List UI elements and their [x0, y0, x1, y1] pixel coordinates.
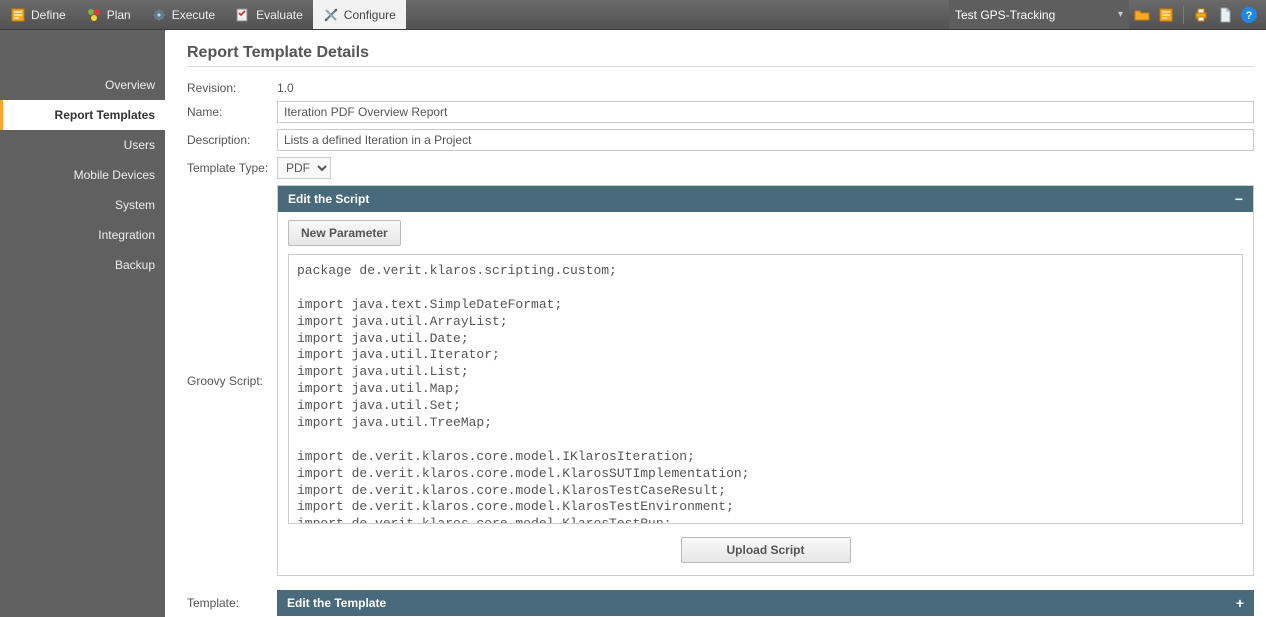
nav-configure-label: Configure [344, 8, 396, 22]
revision-row: Revision: 1.0 [187, 81, 1254, 95]
nav-evaluate[interactable]: Evaluate [225, 0, 313, 29]
sidebar-item-label: Overview [105, 78, 155, 92]
define-icon [10, 7, 26, 23]
template-row: Template: Edit the Template + [187, 590, 1254, 616]
groovy-row: Groovy Script: Edit the Script − New Par… [187, 185, 1254, 576]
template-panel: Edit the Template + [277, 590, 1254, 616]
upload-script-button[interactable]: Upload Script [681, 537, 851, 563]
description-input[interactable] [277, 129, 1254, 151]
nav-plan[interactable]: Plan [76, 0, 141, 29]
template-panel-header[interactable]: Edit the Template + [277, 590, 1254, 616]
sidebar-item-label: Users [124, 138, 155, 152]
nav-configure[interactable]: Configure [313, 0, 406, 29]
topnav-tabs: Define Plan Execute Evaluate Configure [0, 0, 406, 29]
script-panel-body: New Parameter Upload Script [278, 212, 1253, 575]
print-icon[interactable] [1190, 4, 1212, 26]
execute-icon [151, 7, 167, 23]
title-divider [187, 66, 1254, 67]
nav-define[interactable]: Define [0, 0, 76, 29]
chevron-down-icon: ▾ [1110, 9, 1123, 20]
template-panel-title: Edit the Template [287, 596, 386, 610]
script-panel-header[interactable]: Edit the Script − [278, 186, 1253, 212]
collapse-icon[interactable]: − [1235, 191, 1243, 207]
main-content: Report Template Details Revision: 1.0 Na… [165, 30, 1266, 617]
template-type-select[interactable]: PDF [277, 157, 331, 179]
sidebar-item-users[interactable]: Users [0, 130, 165, 160]
sidebar-item-overview[interactable]: Overview [0, 70, 165, 100]
nav-execute-label: Execute [172, 8, 215, 22]
sidebar-item-label: Backup [115, 258, 155, 272]
name-input[interactable] [277, 101, 1254, 123]
description-row: Description: [187, 129, 1254, 151]
script-panel-title: Edit the Script [288, 192, 369, 206]
nav-plan-label: Plan [107, 8, 131, 22]
configure-icon [323, 7, 339, 23]
project-name: Test GPS-Tracking [955, 8, 1055, 22]
revision-value: 1.0 [277, 81, 294, 95]
name-row: Name: [187, 101, 1254, 123]
nav-execute[interactable]: Execute [141, 0, 225, 29]
sidebar-item-backup[interactable]: Backup [0, 250, 165, 280]
svg-text:?: ? [1246, 10, 1253, 22]
topnav-right: Test GPS-Tracking ▾ ? [949, 0, 1266, 29]
sidebar-item-label: Report Templates [55, 108, 155, 122]
notes-icon[interactable] [1155, 4, 1177, 26]
expand-icon[interactable]: + [1236, 595, 1244, 611]
revision-label: Revision: [187, 81, 277, 95]
evaluate-icon [235, 7, 251, 23]
new-parameter-button[interactable]: New Parameter [288, 220, 401, 246]
sidebar-item-integration[interactable]: Integration [0, 220, 165, 250]
template-label: Template: [187, 596, 277, 610]
page-title: Report Template Details [187, 44, 1254, 62]
help-icon[interactable]: ? [1238, 4, 1260, 26]
sidebar: Overview Report Templates Users Mobile D… [0, 30, 165, 617]
main-container: Overview Report Templates Users Mobile D… [0, 30, 1266, 617]
groovy-code-editor[interactable] [288, 254, 1243, 524]
sidebar-item-label: Integration [98, 228, 155, 242]
name-label: Name: [187, 105, 277, 119]
sidebar-item-label: System [115, 198, 155, 212]
sidebar-item-label: Mobile Devices [74, 168, 155, 182]
description-label: Description: [187, 133, 277, 147]
topnav-spacer [406, 0, 949, 29]
nav-evaluate-label: Evaluate [256, 8, 303, 22]
groovy-label: Groovy Script: [187, 374, 277, 388]
sidebar-item-system[interactable]: System [0, 190, 165, 220]
sidebar-item-report-templates[interactable]: Report Templates [0, 100, 165, 130]
template-type-label: Template Type: [187, 161, 277, 175]
nav-define-label: Define [31, 8, 66, 22]
folder-icon[interactable] [1131, 4, 1153, 26]
sidebar-item-mobile-devices[interactable]: Mobile Devices [0, 160, 165, 190]
separator [1183, 6, 1184, 24]
upload-row: Upload Script [288, 527, 1243, 567]
plan-icon [86, 7, 102, 23]
template-type-row: Template Type: PDF [187, 157, 1254, 179]
top-nav: Define Plan Execute Evaluate Configure [0, 0, 1266, 30]
project-dropdown[interactable]: Test GPS-Tracking ▾ [949, 0, 1129, 29]
script-panel: Edit the Script − New Parameter Upload S… [277, 185, 1254, 576]
document-icon[interactable] [1214, 4, 1236, 26]
